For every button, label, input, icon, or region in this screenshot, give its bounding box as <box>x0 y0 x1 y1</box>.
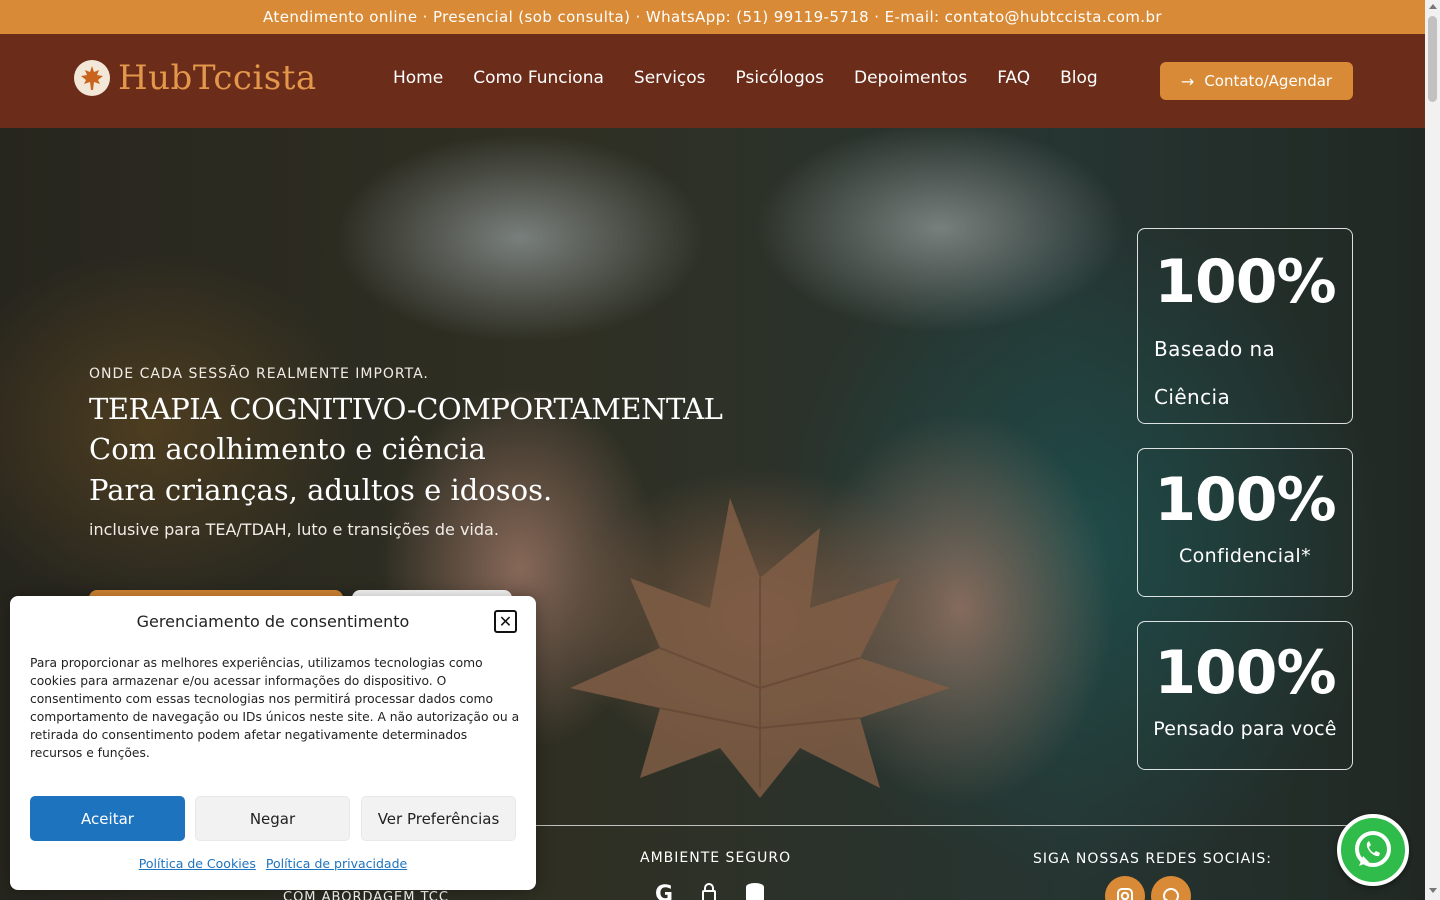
maple-leaf-icon <box>74 60 110 96</box>
stat-card-confidential: 100% Confidencial* <box>1137 448 1353 597</box>
stat-value: 100% <box>1154 638 1336 708</box>
nav-depoimentos[interactable]: Depoimentos <box>854 68 967 88</box>
nav-home[interactable]: Home <box>393 68 443 88</box>
nav-servicos[interactable]: Serviços <box>634 68 706 88</box>
stat-label-line1: Baseado na <box>1154 337 1276 361</box>
page-scrollbar[interactable] <box>1425 0 1440 900</box>
site-header: HubTccista Home Como Funciona Serviços P… <box>0 34 1425 128</box>
instagram-icon[interactable] <box>1105 876 1145 900</box>
stat-value: 100% <box>1154 247 1336 317</box>
hero-title-line2: Com acolhimento e ciência <box>89 432 486 466</box>
database-icon <box>745 882 765 900</box>
safe-environment-title: AMBIENTE SEGURO <box>640 850 792 866</box>
cta-label: Contato/Agendar <box>1204 72 1333 90</box>
consent-links: Política de Cookies Política de privacid… <box>10 856 536 871</box>
nav-psicologos[interactable]: Psicólogos <box>736 68 824 88</box>
cookie-policy-link[interactable]: Política de Cookies <box>139 856 256 871</box>
consent-title: Gerenciamento de consentimento <box>136 612 410 631</box>
view-preferences-button[interactable]: Ver Preferências <box>361 796 516 841</box>
stat-label: Confidencial* <box>1178 545 1312 567</box>
nav-como-funciona[interactable]: Como Funciona <box>473 68 604 88</box>
hero-eyebrow: ONDE CADA SESSÃO REALMENTE IMPORTA. <box>89 366 429 382</box>
contact-info-text: Atendimento online · Presencial (sob con… <box>263 8 1162 26</box>
scrollbar-thumb[interactable] <box>1428 16 1437 102</box>
stat-label-line2: Ciência <box>1154 385 1231 409</box>
contact-schedule-button[interactable]: → Contato/Agendar <box>1160 62 1353 100</box>
consent-body: Para proporcionar as melhores experiênci… <box>30 656 520 760</box>
main-nav: Home Como Funciona Serviços Psicólogos D… <box>393 68 1098 88</box>
top-info-bar: Atendimento online · Presencial (sob con… <box>0 0 1425 34</box>
stat-label: Pensado para você <box>1153 718 1337 740</box>
deny-button[interactable]: Negar <box>195 796 350 841</box>
stat-card-science: 100% Baseado na Ciência <box>1137 228 1353 424</box>
nav-faq[interactable]: FAQ <box>997 68 1030 88</box>
google-icon: G <box>655 882 674 900</box>
stat-card-for-you: 100% Pensado para você <box>1137 621 1353 770</box>
hero-subtitle: inclusive para TEA/TDAH, luto e transiçõ… <box>89 520 499 539</box>
accept-button[interactable]: Aceitar <box>30 796 185 841</box>
safe-icons: G <box>655 882 765 900</box>
close-icon[interactable]: ✕ <box>494 610 517 633</box>
whatsapp-icon <box>1355 831 1391 867</box>
logo-text: HubTccista <box>118 58 317 98</box>
whatsapp-icon[interactable] <box>1151 876 1191 900</box>
cookie-consent-dialog: Gerenciamento de consentimento ✕ Para pr… <box>10 596 536 890</box>
lock-icon <box>701 882 717 900</box>
stat-label: Baseado na Ciência <box>1138 317 1352 421</box>
nav-blog[interactable]: Blog <box>1060 68 1098 88</box>
arrow-right-icon: → <box>1180 71 1195 91</box>
hero-title-line1: TERAPIA COGNITIVO-COMPORTAMENTAL <box>89 392 723 426</box>
whatsapp-float-button[interactable] <box>1337 814 1409 886</box>
scroll-up-arrow-icon[interactable] <box>1429 4 1437 9</box>
social-icons <box>1105 876 1191 900</box>
hero-title-line3: Para crianças, adultos e idosos. <box>89 473 553 507</box>
social-title: SIGA NOSSAS REDES SOCIAIS: <box>1033 851 1272 867</box>
scroll-down-arrow-icon[interactable] <box>1429 888 1437 893</box>
stat-value: 100% <box>1154 465 1336 535</box>
site-logo[interactable]: HubTccista <box>74 58 317 98</box>
bottom-subtitle: COM ABORDAGEM TCC <box>283 890 449 900</box>
privacy-policy-link[interactable]: Política de privacidade <box>266 856 407 871</box>
